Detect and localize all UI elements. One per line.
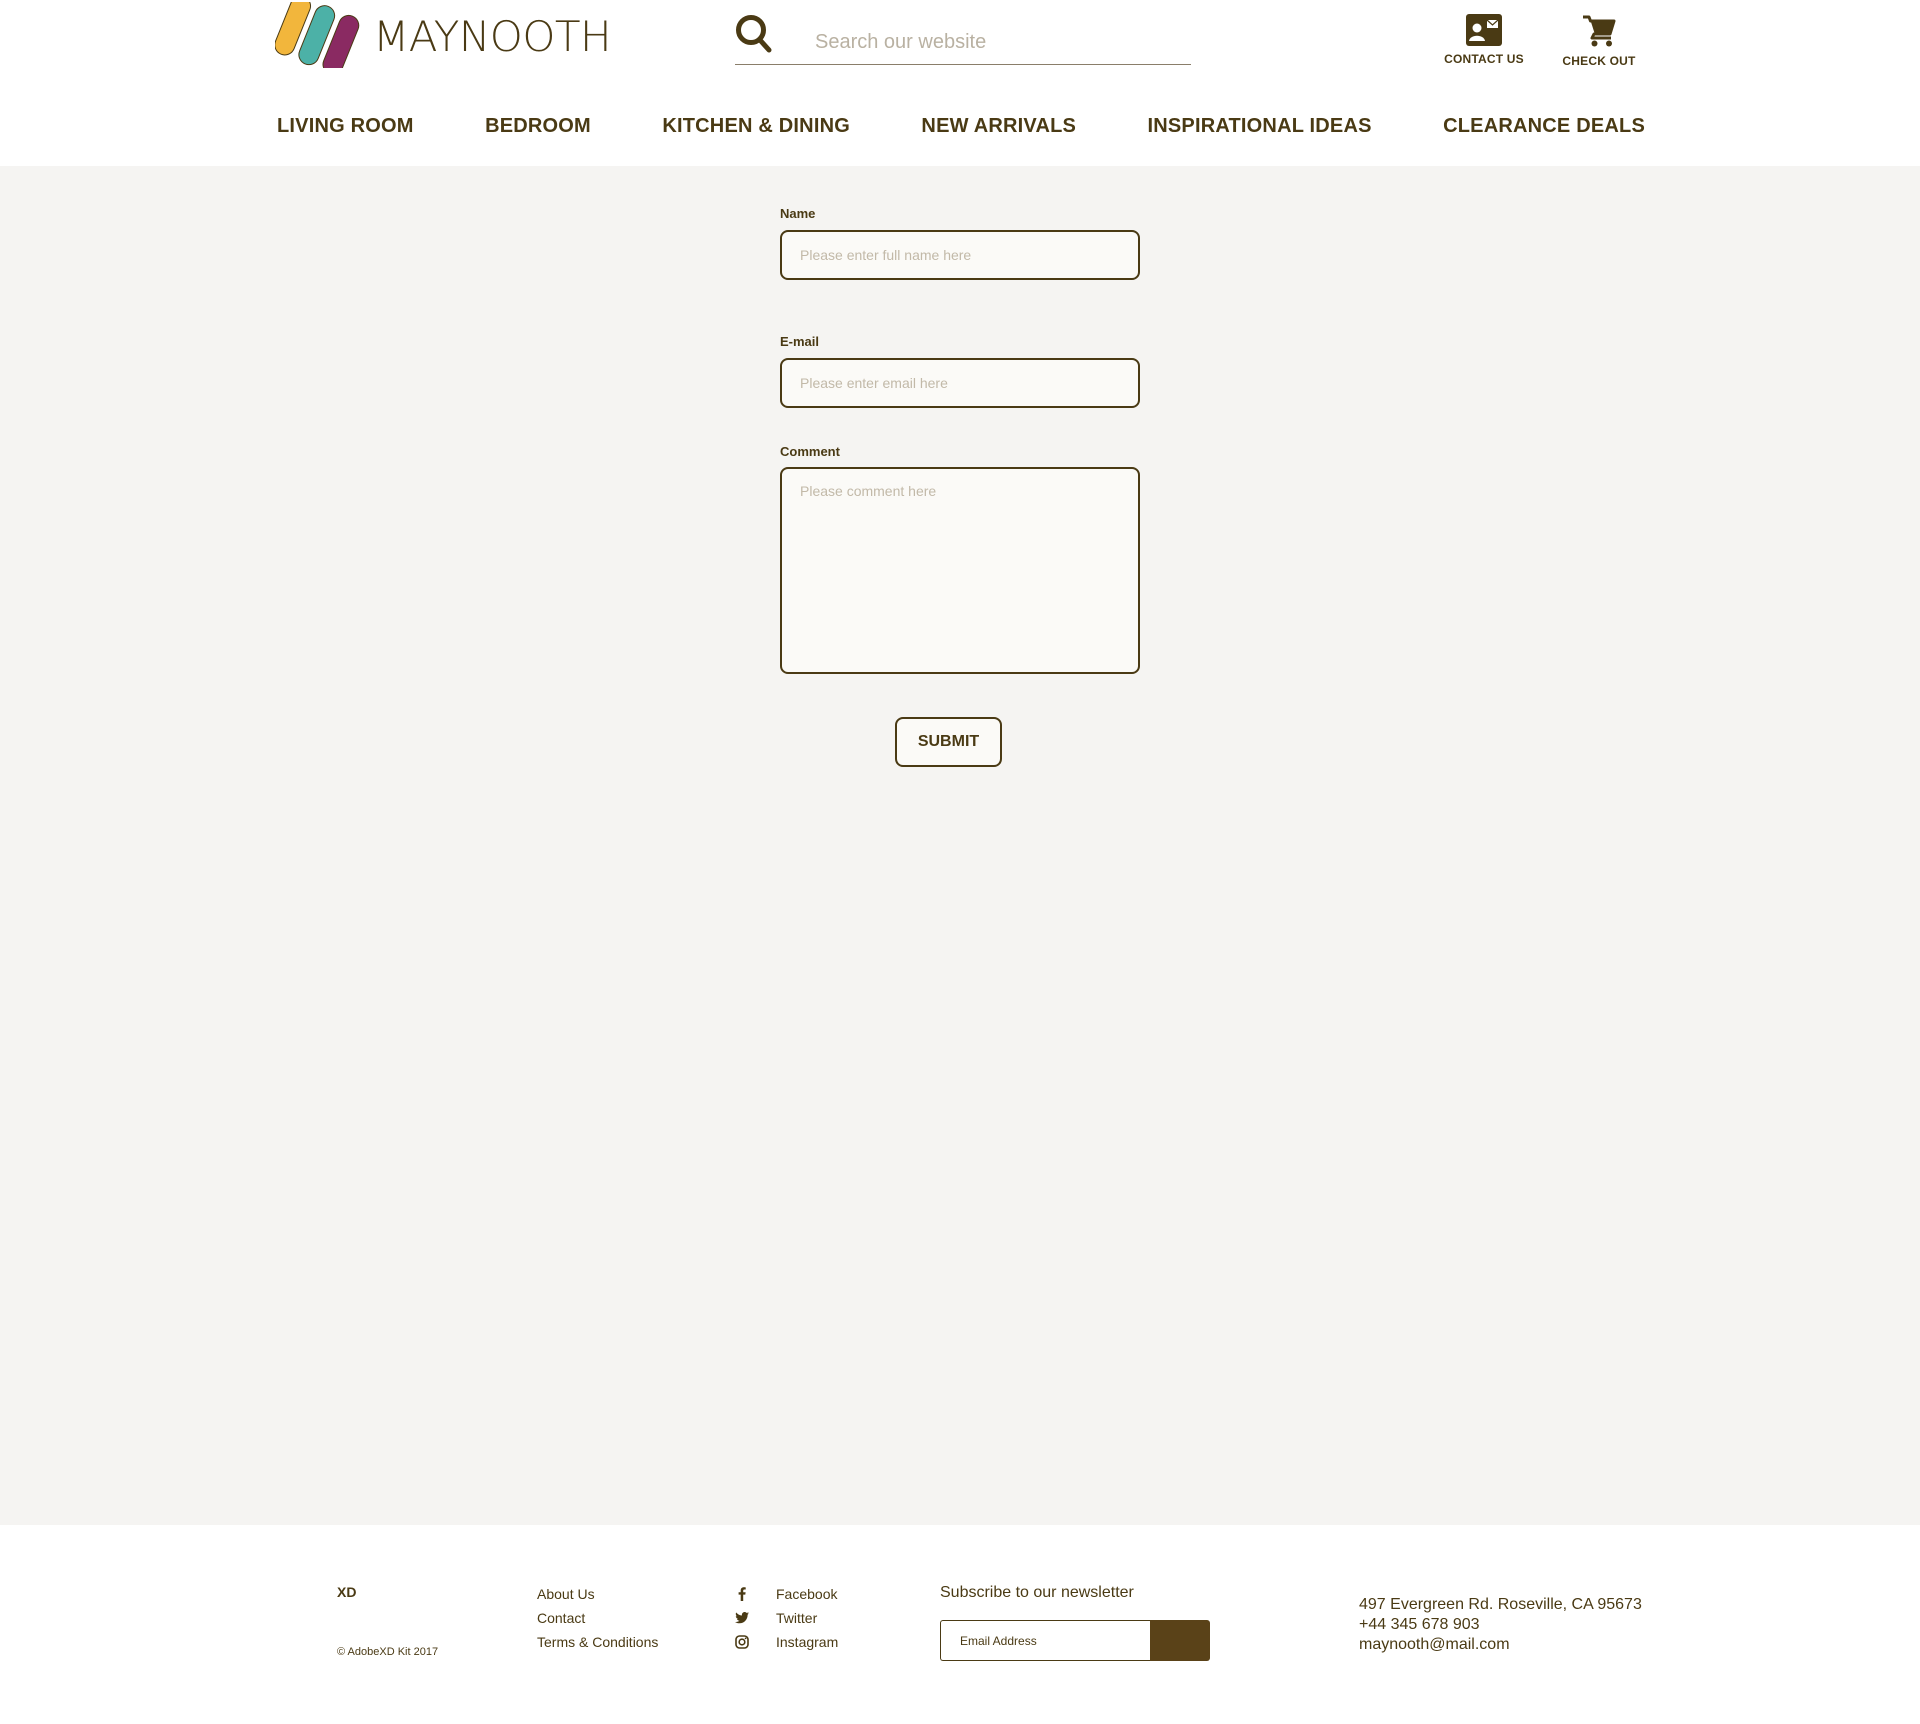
social-row-facebook: Facebook — [735, 1582, 838, 1606]
footer-link-contact[interactable]: Contact — [537, 1606, 658, 1630]
newsletter-title: Subscribe to our newsletter — [940, 1584, 1134, 1601]
contact-card-icon — [1466, 14, 1502, 46]
footer-link-about-us[interactable]: About Us — [537, 1582, 658, 1606]
newsletter-subscribe-button[interactable] — [1150, 1620, 1210, 1661]
social-row-instagram: Instagram — [735, 1630, 838, 1654]
email-label: E-mail — [780, 334, 820, 349]
footer-address: 497 Evergreen Rd. Roseville, CA 95673 +4… — [1359, 1595, 1642, 1655]
social-link-instagram[interactable]: Instagram — [776, 1634, 838, 1650]
footer-link-terms[interactable]: Terms & Conditions — [537, 1630, 658, 1654]
name-label: Name — [780, 206, 816, 221]
nav-item-bedroom[interactable]: BEDROOM — [485, 115, 591, 138]
cart-icon — [1583, 15, 1616, 47]
check-out-label: CHECK OUT — [1562, 54, 1636, 68]
brand-logo[interactable]: MAYNOOTH — [275, 0, 612, 70]
submit-button[interactable]: SUBMIT — [895, 717, 1002, 767]
comment-label: Comment — [780, 444, 840, 459]
search-icon[interactable] — [735, 14, 773, 54]
nav-item-kitchen-dining[interactable]: KITCHEN & DINING — [662, 115, 850, 138]
address-street: 497 Evergreen Rd. Roseville, CA 95673 — [1359, 1596, 1642, 1613]
search-bar — [735, 12, 1191, 65]
name-field[interactable] — [780, 230, 1140, 280]
social-link-facebook[interactable]: Facebook — [776, 1586, 837, 1602]
footer-brand: XD — [337, 1584, 357, 1600]
newsletter-email-input[interactable] — [940, 1620, 1150, 1661]
email-field[interactable] — [780, 358, 1140, 408]
address-phone: +44 345 678 903 — [1359, 1616, 1480, 1633]
address-email[interactable]: maynooth@mail.com — [1359, 1635, 1642, 1655]
logo-mark-icon — [275, 2, 360, 68]
site-header: MAYNOOTH CONTACT US CHECK OUT LIVING ROO… — [0, 0, 1920, 166]
check-out-button[interactable]: CHECK OUT — [1555, 14, 1643, 68]
contact-us-label: CONTACT US — [1444, 52, 1524, 66]
site-footer: XD © AdobeXD Kit 2017 About Us Contact T… — [0, 1525, 1920, 1724]
social-row-twitter: Twitter — [735, 1606, 838, 1630]
nav-item-clearance-deals[interactable]: CLEARANCE DEALS — [1443, 115, 1645, 138]
instagram-icon — [735, 1635, 749, 1649]
nav-item-inspirational-ideas[interactable]: INSPIRATIONAL IDEAS — [1147, 115, 1371, 138]
nav-item-new-arrivals[interactable]: NEW ARRIVALS — [921, 115, 1076, 138]
newsletter-form — [940, 1620, 1210, 1661]
main-nav: LIVING ROOM BEDROOM KITCHEN & DINING NEW… — [277, 115, 1645, 138]
social-link-twitter[interactable]: Twitter — [776, 1610, 817, 1626]
facebook-icon — [735, 1587, 749, 1601]
twitter-icon — [735, 1611, 749, 1625]
footer-copyright: © AdobeXD Kit 2017 — [337, 1646, 439, 1658]
search-input[interactable] — [815, 26, 1185, 58]
nav-item-living-room[interactable]: LIVING ROOM — [277, 115, 414, 138]
brand-name: MAYNOOTH — [373, 11, 612, 61]
footer-links: About Us Contact Terms & Conditions — [537, 1582, 658, 1654]
contact-us-button[interactable]: CONTACT US — [1440, 14, 1528, 66]
footer-social: Facebook Twitter Instagram — [735, 1582, 838, 1654]
comment-field[interactable] — [780, 467, 1140, 674]
